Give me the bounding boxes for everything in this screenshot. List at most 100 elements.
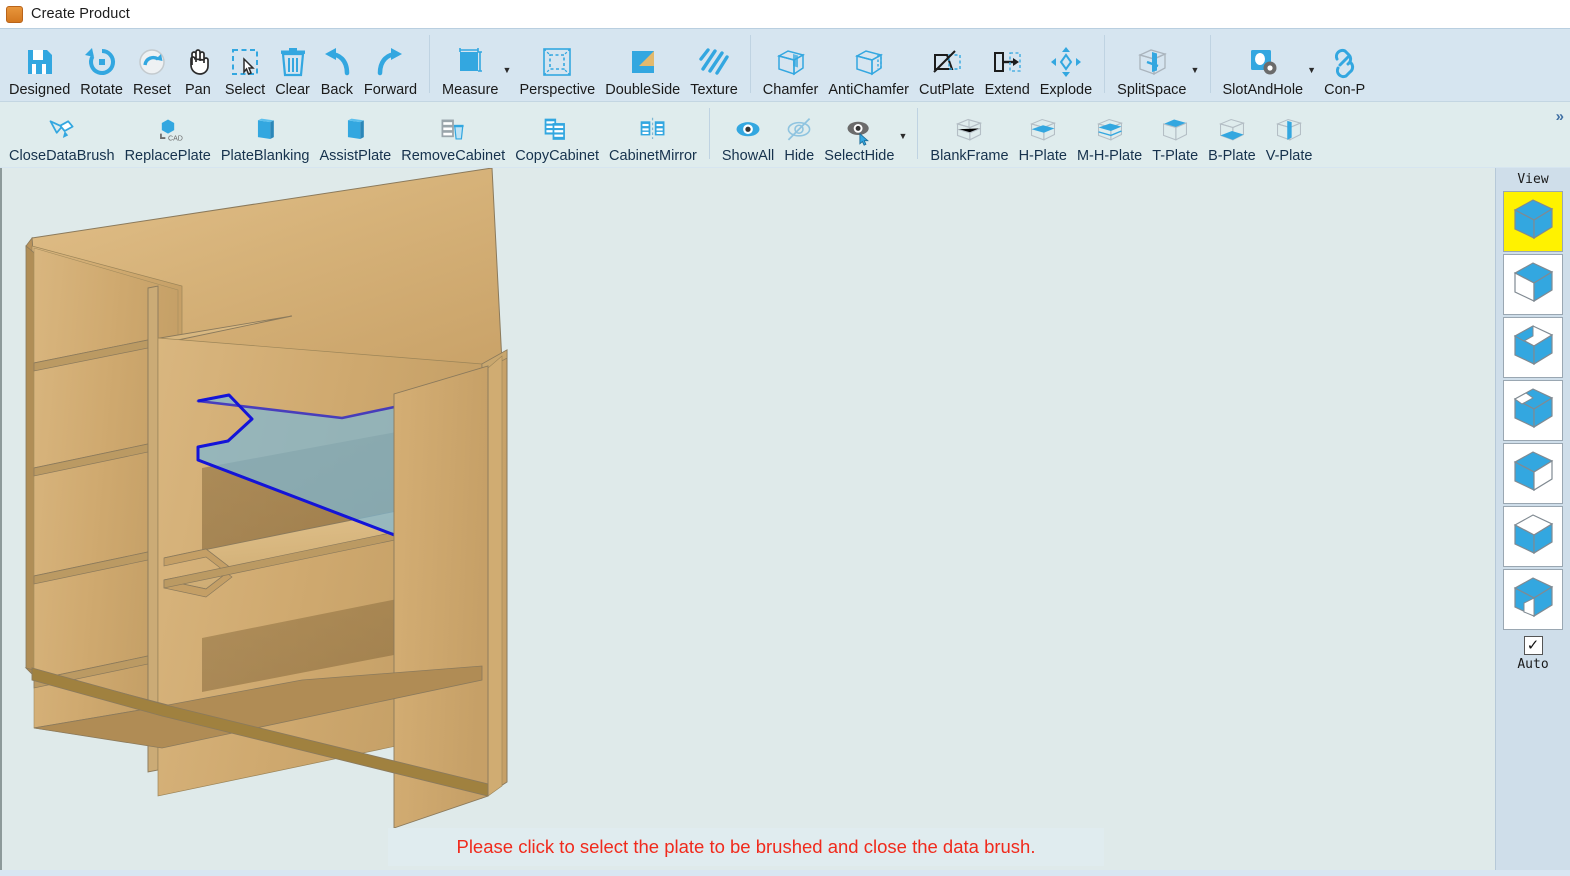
tool-con-p[interactable]: Con-P — [1319, 29, 1370, 101]
replace-plate-cad-icon: CAD — [153, 116, 183, 146]
view-preset-5[interactable] — [1503, 443, 1563, 504]
tool-extend[interactable]: Extend — [980, 29, 1035, 101]
copy-cabinet-icon — [542, 116, 572, 146]
arrow-redo-icon — [373, 44, 407, 80]
view-preset-6[interactable] — [1503, 506, 1563, 567]
tool-label: DoubleSide — [605, 82, 681, 99]
perspective-frame-icon — [540, 44, 574, 80]
tool-perspective[interactable]: Perspective — [514, 29, 600, 101]
doubleside-icon — [626, 44, 660, 80]
view-preset-4[interactable] — [1503, 380, 1563, 441]
cube-corner-cut-icon — [1509, 385, 1557, 436]
t-plate-cube-icon — [1160, 116, 1190, 146]
tool-label: Perspective — [519, 82, 596, 99]
mh-plate-cube-icon — [1095, 116, 1125, 146]
ribbon-row-secondary: CloseDataBrush CAD ReplacePlate PlateBlanki… — [0, 101, 1570, 167]
tool-label: CabinetMirror — [609, 148, 697, 165]
tool-label: AntiChamfer — [828, 82, 909, 99]
tool-b-plate[interactable]: B-Plate — [1203, 102, 1261, 167]
tool-label: B-Plate — [1208, 148, 1256, 165]
tool-clear[interactable]: Clear — [270, 29, 315, 101]
tool-removecabinet[interactable]: RemoveCabinet — [396, 102, 510, 167]
paint-brush-icon — [47, 116, 77, 146]
tool-hide[interactable]: Hide — [779, 102, 819, 167]
auto-view-checkbox[interactable]: ✓ — [1523, 636, 1543, 655]
tool-showall[interactable]: ShowAll — [717, 102, 779, 167]
application-window: Create Product Designed Rotate Reset Pan Sel… — [0, 0, 1570, 876]
tool-label: Explode — [1039, 82, 1093, 99]
model-viewport[interactable] — [0, 168, 1495, 876]
tool-explode[interactable]: Explode — [1035, 29, 1097, 101]
tool-closedatabrush[interactable]: CloseDataBrush — [4, 102, 120, 167]
arrow-undo-icon — [320, 44, 354, 80]
splitspace-cube-icon — [1135, 44, 1169, 80]
tool-label: Forward — [363, 82, 418, 99]
tool-antichamfer[interactable]: AntiChamfer — [823, 29, 914, 101]
toolbar-separator — [429, 35, 431, 93]
eye-cursor-icon — [844, 116, 874, 147]
status-message-bar: Please click to select the plate to be b… — [388, 828, 1104, 866]
tool-label: Designed — [9, 82, 71, 99]
tool-cabinetmirror[interactable]: CabinetMirror — [604, 102, 702, 167]
tool-measure[interactable]: Measure — [437, 29, 503, 101]
tool-back[interactable]: Back — [315, 29, 359, 101]
tool-label: CloseDataBrush — [9, 148, 115, 165]
chain-link-icon — [1328, 44, 1362, 80]
tool-label: Pan — [184, 82, 211, 99]
ribbon-toolbar: Designed Rotate Reset Pan Select Clear Back For… — [0, 28, 1570, 168]
tool-blankframe[interactable]: BlankFrame — [925, 102, 1013, 167]
ribbon-overflow-chevron-icon[interactable]: » — [1556, 108, 1564, 125]
window-title: Create Product — [31, 6, 130, 22]
tool-h-plate[interactable]: H-Plate — [1014, 102, 1072, 167]
toolbar-separator — [1104, 35, 1106, 93]
view-preset-2[interactable] — [1503, 254, 1563, 315]
tool-splitspace[interactable]: SplitSpace — [1112, 29, 1191, 101]
toolbar-separator — [708, 108, 710, 159]
cube-front-open-icon — [1509, 259, 1557, 310]
tool-pan[interactable]: Pan — [176, 29, 220, 101]
toolbar-separator — [917, 108, 919, 159]
cube-right-open-icon — [1509, 448, 1557, 499]
tool-cutplate[interactable]: CutPlate — [914, 29, 980, 101]
v-plate-cube-icon — [1274, 116, 1304, 146]
tool-label: T-Plate — [1152, 148, 1199, 165]
tool-label: Texture — [690, 82, 738, 99]
tool-assistplate[interactable]: AssistPlate — [315, 102, 397, 167]
tool-rotate[interactable]: Rotate — [75, 29, 128, 101]
tool-forward[interactable]: Forward — [359, 29, 422, 101]
rotate-ccw-icon — [84, 44, 119, 80]
tool-label: SelectHide — [824, 148, 895, 165]
view-preset-7[interactable] — [1503, 569, 1563, 630]
explode-arrows-icon — [1049, 44, 1083, 80]
tool-label: Select — [224, 82, 266, 99]
view-preset-3[interactable] — [1503, 317, 1563, 378]
tool-slotandhole[interactable]: SlotAndHole — [1218, 29, 1309, 101]
texture-hatch-icon — [697, 44, 731, 80]
view-preset-1[interactable] — [1503, 191, 1563, 252]
blue-plate-icon — [340, 116, 370, 146]
ribbon-row-primary: Designed Rotate Reset Pan Select Clear Back For… — [0, 29, 1570, 101]
svg-text:CAD: CAD — [168, 136, 183, 143]
tool-select[interactable]: Select — [220, 29, 270, 101]
antichamfer-cube-icon — [852, 44, 886, 80]
tool-plateblanking[interactable]: PlateBlanking — [216, 102, 315, 167]
tool-reset[interactable]: Reset — [128, 29, 176, 101]
measure-square-icon — [453, 44, 487, 80]
tool-copycabinet[interactable]: CopyCabinet — [510, 102, 604, 167]
tool-doubleside[interactable]: DoubleSide — [600, 29, 685, 101]
tool-m-h-plate[interactable]: M-H-Plate — [1072, 102, 1147, 167]
tool-t-plate[interactable]: T-Plate — [1147, 102, 1203, 167]
tool-selecthide[interactable]: SelectHide — [819, 102, 899, 167]
tool-designed[interactable]: Designed — [4, 29, 75, 101]
tool-replaceplate[interactable]: CAD ReplacePlate — [120, 102, 216, 167]
tool-v-plate[interactable]: V-Plate — [1261, 102, 1318, 167]
cabinet-3d-model[interactable] — [2, 168, 1495, 876]
tool-label: M-H-Plate — [1076, 148, 1143, 165]
cube-iso-all-faces-icon — [1509, 196, 1557, 247]
tool-texture[interactable]: Texture — [685, 29, 743, 101]
tool-label: PlateBlanking — [220, 148, 310, 165]
tool-chamfer[interactable]: Chamfer — [758, 29, 824, 101]
slot-and-hole-icon — [1246, 44, 1280, 80]
cabinet-mirror-icon — [638, 116, 668, 146]
toolbar-separator — [749, 35, 751, 93]
